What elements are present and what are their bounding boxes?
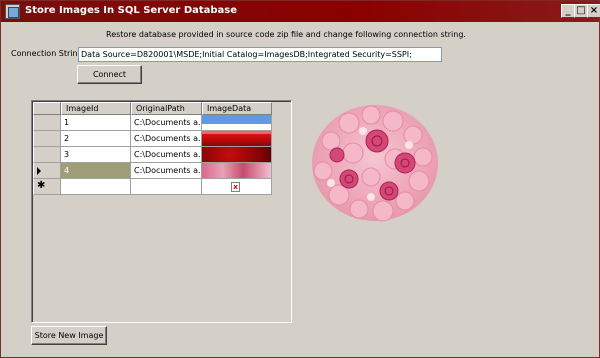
imageid-cell[interactable]: 2 (61, 131, 131, 147)
store-new-image-button[interactable]: Store New Image (31, 326, 107, 345)
broken-image-icon: x (231, 182, 240, 192)
maximize-button[interactable]: □ (574, 4, 588, 18)
originalpath-cell[interactable]: C:\Documents a... (131, 115, 202, 131)
current-row-arrow-icon (37, 167, 41, 175)
image-thumbnail (202, 131, 271, 146)
column-header-imagedata[interactable]: ImageData (202, 102, 272, 115)
originalpath-cell[interactable]: C:\Documents a... (131, 163, 202, 179)
row-header-corner (33, 102, 61, 115)
row-header[interactable] (33, 147, 61, 163)
row-header[interactable]: ✱ (33, 179, 61, 195)
imagedata-cell[interactable] (202, 163, 272, 179)
connection-string-label: Connection String : (11, 49, 88, 58)
imagedata-cell[interactable] (202, 115, 272, 131)
connection-string-input[interactable]: Data Source=D820001\MSDE;Initial Catalog… (78, 47, 442, 62)
new-row-star-icon: ✱ (37, 180, 46, 191)
close-button[interactable]: × (587, 4, 600, 18)
app-icon (5, 4, 20, 19)
image-thumbnail (202, 147, 271, 162)
minimize-button[interactable]: _ (561, 4, 575, 18)
main-window: Store Images In SQL Server Database _ □ … (0, 0, 600, 358)
image-thumbnail (202, 163, 271, 178)
imagedata-cell[interactable] (202, 131, 272, 147)
row-header[interactable] (33, 115, 61, 131)
image-thumbnail (202, 115, 271, 124)
title-bar[interactable]: Store Images In SQL Server Database _ □ … (1, 1, 600, 22)
instruction-text: Restore database provided in source code… (106, 30, 466, 39)
originalpath-cell[interactable] (131, 179, 202, 195)
row-header[interactable] (33, 131, 61, 147)
imageid-cell[interactable] (61, 179, 131, 195)
connect-button[interactable]: Connect (77, 65, 142, 84)
column-header-imageid[interactable]: ImageId (61, 102, 131, 115)
imageid-cell[interactable]: 4 (61, 163, 131, 179)
imagedata-cell[interactable] (202, 147, 272, 163)
column-header-originalpath[interactable]: OriginalPath (131, 102, 202, 115)
imagedata-cell[interactable]: x (202, 179, 272, 195)
window-title: Store Images In SQL Server Database (25, 5, 238, 16)
originalpath-cell[interactable]: C:\Documents a... (131, 147, 202, 163)
images-data-grid[interactable]: ImageId OriginalPath ImageData 1 C:\Docu… (31, 100, 292, 323)
imageid-cell[interactable]: 3 (61, 147, 131, 163)
originalpath-cell[interactable]: C:\Documents a... (131, 131, 202, 147)
row-header[interactable] (33, 163, 61, 179)
imageid-cell[interactable]: 1 (61, 115, 131, 131)
flower-bouquet-image (312, 105, 438, 222)
